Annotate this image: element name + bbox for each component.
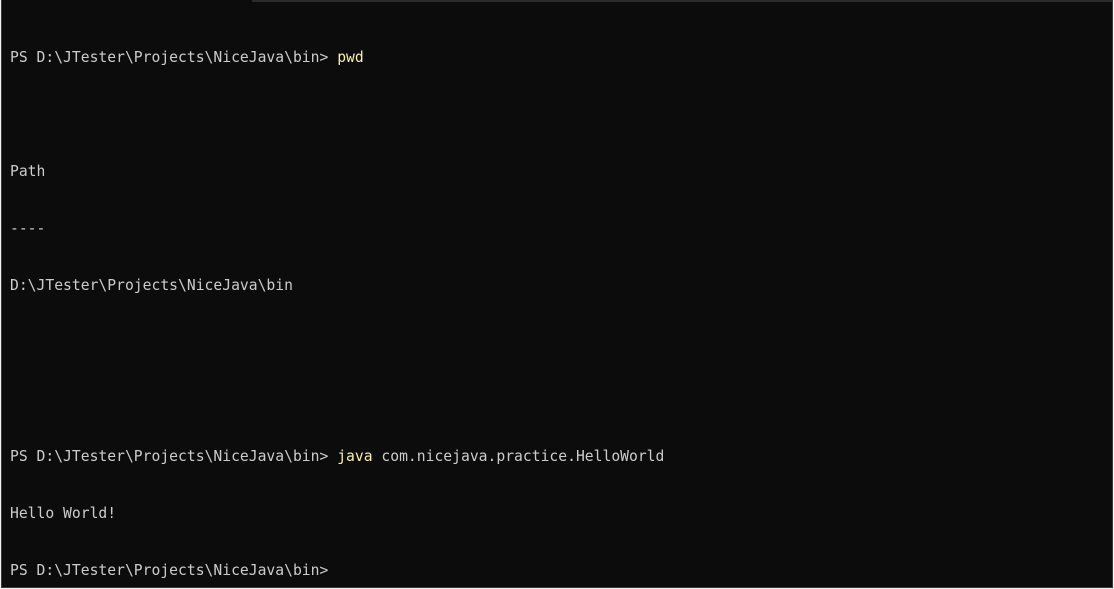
terminal-output[interactable]: PS D:\JTester\Projects\NiceJava\bin> pwd… [10, 10, 1104, 579]
prompt-line-3[interactable]: PS D:\JTester\Projects\NiceJava\bin> [10, 561, 1104, 580]
terminal-window[interactable]: PS D:\JTester\Projects\NiceJava\bin> pwd… [1, 0, 1113, 588]
output-rule: ---- [10, 220, 46, 237]
prompt-text: PS D:\JTester\Projects\NiceJava\bin> [10, 562, 338, 579]
text-cursor [337, 561, 346, 578]
command-args: com.nicejava.practice.HelloWorld [372, 448, 665, 465]
prompt-text: PS D:\JTester\Projects\NiceJava\bin> [10, 49, 338, 66]
command-pwd: pwd [337, 49, 364, 66]
tab-strip-edge [252, 0, 1112, 2]
prompt-text: PS D:\JTester\Projects\NiceJava\bin> [10, 448, 338, 465]
prompt-line-2: PS D:\JTester\Projects\NiceJava\bin> jav… [10, 447, 1104, 466]
prompt-line-1: PS D:\JTester\Projects\NiceJava\bin> pwd [10, 48, 1104, 67]
command-java: java [337, 448, 373, 465]
output-path: D:\JTester\Projects\NiceJava\bin [10, 277, 293, 294]
output-hello: Hello World! [10, 505, 117, 522]
output-header: Path [10, 163, 46, 180]
